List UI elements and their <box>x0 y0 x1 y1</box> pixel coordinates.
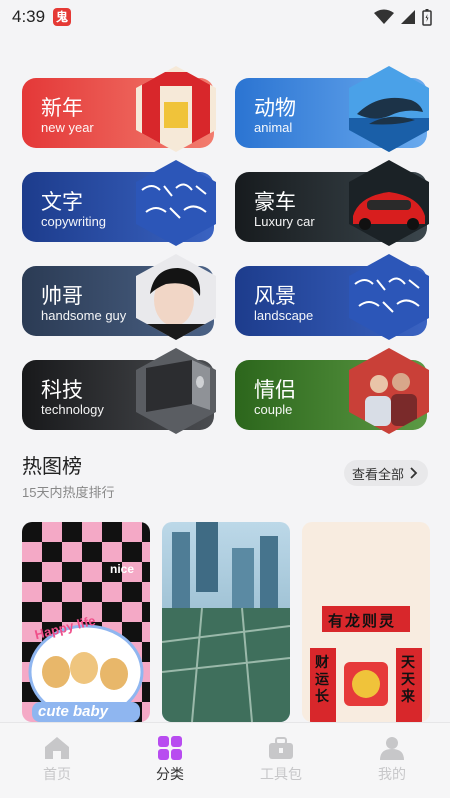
category-card-couple[interactable]: 情侣 couple <box>235 348 429 434</box>
nav-label: 我的 <box>378 766 406 782</box>
image-left-scroll-text: 财运长 <box>315 654 329 704</box>
category-subtitle: handsome guy <box>41 308 127 323</box>
category-card-animal[interactable]: 动物 animal <box>235 66 429 152</box>
city-aerial-image <box>162 522 290 722</box>
calligraphy-image <box>349 254 429 340</box>
hot-image-list: nice Happy life cute baby 有龙则灵 财运长 天天来 <box>22 522 432 722</box>
home-icon <box>45 737 69 759</box>
dolphin-image <box>349 66 429 152</box>
category-title: 情侣 <box>254 379 296 402</box>
wifi-icon <box>374 9 394 24</box>
image-banner-text: 有龙则灵 <box>328 613 397 630</box>
status-bar: 4:39 鬼 <box>0 0 450 34</box>
category-card-landscape[interactable]: 风景 landscape <box>235 254 429 340</box>
couple-photo-image <box>349 348 429 434</box>
section-title: 热图榜 <box>22 456 82 478</box>
category-subtitle: copywriting <box>41 214 107 229</box>
category-subtitle: couple <box>254 402 293 417</box>
grid-icon <box>158 736 182 760</box>
toolbox-icon <box>269 737 293 759</box>
category-subtitle: animal <box>254 120 293 135</box>
hot-image-card[interactable]: nice Happy life cute baby <box>22 522 150 722</box>
calligraphy-image <box>136 160 216 246</box>
category-title: 科技 <box>41 379 83 402</box>
red-sports-car-image <box>349 160 429 246</box>
bottom-navigation: 首页 分类 工具包 我的 <box>0 722 450 798</box>
battery-icon <box>422 9 432 26</box>
category-card-copywriting[interactable]: 文字 copywriting <box>22 160 216 246</box>
chevron-right-icon <box>410 467 418 479</box>
signal-icon <box>401 10 415 24</box>
nav-label: 分类 <box>156 766 184 782</box>
view-all-label: 查看全部 <box>351 466 404 482</box>
image-right-scroll-text: 天天来 <box>401 654 415 704</box>
nav-label: 工具包 <box>260 766 302 782</box>
hot-image-card[interactable]: 有龙则灵 财运长 天天来 <box>302 522 430 722</box>
category-subtitle: technology <box>41 402 104 417</box>
category-card-technology[interactable]: 科技 technology <box>22 348 216 434</box>
nav-item-toolbox[interactable]: 工具包 <box>241 735 321 784</box>
status-indicators <box>374 8 432 26</box>
nav-item-profile[interactable]: 我的 <box>352 735 432 784</box>
category-card-luxury-car[interactable]: 豪车 Luxury car <box>235 160 429 246</box>
app-notification-icon: 鬼 <box>53 8 71 26</box>
nav-label: 首页 <box>43 766 71 782</box>
nav-item-home[interactable]: 首页 <box>17 735 97 784</box>
nav-item-category[interactable]: 分类 <box>130 735 210 784</box>
category-title: 风景 <box>254 285 296 308</box>
category-title: 帅哥 <box>41 285 83 308</box>
image-caption-bottom: cute baby <box>38 703 109 720</box>
view-all-button[interactable]: 查看全部 <box>343 460 428 486</box>
category-card-handsome-guy[interactable]: 帅哥 handsome guy <box>22 254 216 340</box>
category-title: 文字 <box>41 191 83 214</box>
laptop-image <box>136 348 216 434</box>
category-title: 新年 <box>41 97 83 120</box>
new-year-couplet-image <box>136 66 216 152</box>
category-subtitle: landscape <box>254 308 314 323</box>
hot-image-card[interactable] <box>162 522 290 722</box>
section-subtitle: 15天内热度排行 <box>22 485 115 500</box>
category-card-new-year[interactable]: 新年 new year <box>22 66 216 152</box>
image-caption-top: nice <box>110 562 135 576</box>
category-title: 动物 <box>254 97 296 120</box>
category-subtitle: Luxury car <box>254 214 315 229</box>
portrait-image <box>136 254 216 340</box>
person-icon <box>380 737 404 760</box>
category-subtitle: new year <box>41 120 94 135</box>
status-time: 4:39 <box>12 7 46 26</box>
category-title: 豪车 <box>254 191 296 214</box>
